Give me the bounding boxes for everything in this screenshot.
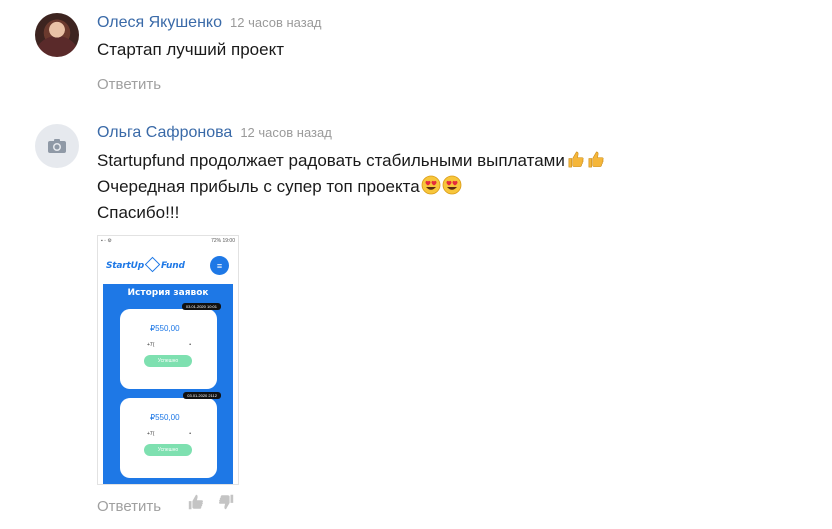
comment-line-text: Очередная прибыль с супер топ проекта (97, 177, 420, 196)
logo-text-left: StartUp (106, 261, 144, 271)
avatar[interactable] (35, 13, 79, 57)
card-row-right: • (189, 431, 191, 437)
status-badge: Успешно (144, 355, 192, 367)
card-row: +7( • (147, 342, 191, 348)
card-date: 03.01.2020 2112 (183, 392, 221, 399)
thumbs-up-icon (588, 151, 604, 168)
card-date: 03.01.2020 10:01 (181, 303, 221, 310)
comment-line: Очередная прибыль с супер топ проекта (97, 174, 605, 200)
heart-eyes-icon (442, 175, 462, 195)
heart-eyes-icon (421, 175, 441, 195)
camera-icon (48, 139, 66, 153)
attached-image[interactable]: ▪ ◦ ⚙ 72% 19:00 StartUp Fund ≡ История за… (97, 235, 239, 485)
card-row-left: +7( (147, 342, 155, 348)
comment-line: Startupfund продолжает радовать стабильн… (97, 148, 605, 174)
reply-button[interactable]: Ответить (97, 498, 161, 515)
menu-icon: ≡ (210, 256, 229, 275)
card-row-left: +7( (147, 431, 155, 437)
comment-text: Startupfund продолжает радовать стабильн… (97, 148, 605, 226)
comment-text: Стартап лучший проект (97, 40, 284, 59)
comment-author-row: Олеся Якушенко 12 часов назад (97, 14, 322, 32)
history-card: 03.01.2020 2112 ₽550,00 +7( • Успешно (120, 392, 221, 478)
comment-line: Спасибо!!! (97, 203, 180, 222)
logo-text-right: Fund (160, 261, 185, 271)
card-amount: ₽550,00 (150, 413, 180, 422)
author-name[interactable]: Ольга Сафронова (97, 124, 232, 141)
card-row: +7( • (147, 431, 191, 437)
card-amount: ₽550,00 (150, 324, 180, 333)
like-icon[interactable] (187, 493, 205, 511)
author-name[interactable]: Олеся Якушенко (97, 14, 222, 31)
comment-time: 12 часов назад (230, 15, 322, 30)
app-header: StartUp Fund ≡ (98, 246, 238, 286)
comment-author-row: Ольга Сафронова 12 часов назад (97, 124, 332, 142)
comment-time: 12 часов назад (240, 125, 332, 140)
logo: StartUp Fund (106, 256, 185, 273)
status-right: 72% 19:00 (211, 238, 235, 244)
reply-button[interactable]: Ответить (97, 76, 161, 93)
phone-status-bar: ▪ ◦ ⚙ 72% 19:00 (98, 236, 238, 246)
thumbs-up-icon (568, 151, 584, 168)
comment-line-text: Startupfund продолжает радовать стабильн… (97, 151, 565, 170)
panel-title: История заявок (127, 288, 209, 298)
history-card: 03.01.2020 10:01 ₽550,00 +7( • Успешно (120, 303, 221, 389)
status-badge: Успешно (144, 444, 192, 456)
status-icons: ▪ ◦ ⚙ (101, 238, 112, 244)
dislike-icon[interactable] (217, 493, 235, 511)
card-row-right: • (189, 342, 191, 348)
avatar[interactable] (35, 124, 79, 168)
logo-mark (144, 256, 161, 273)
